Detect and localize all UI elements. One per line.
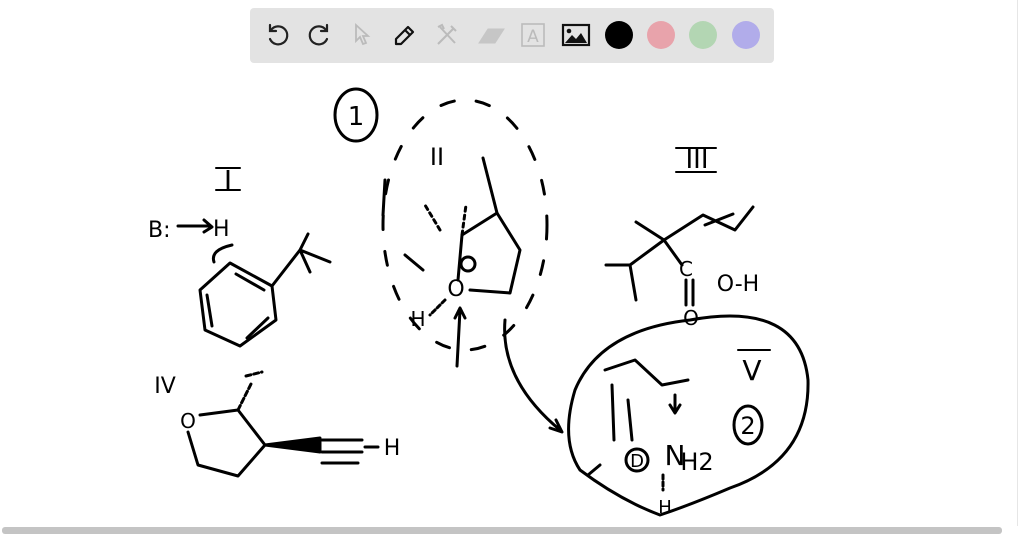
- svg-text:III: III: [685, 145, 708, 175]
- molecule-I: I B: H: [148, 164, 332, 348]
- svg-text:O: O: [180, 409, 196, 433]
- svg-text:B:: B:: [148, 218, 171, 243]
- svg-text:O: O: [447, 277, 464, 302]
- svg-text:H: H: [384, 436, 401, 461]
- svg-text:V: V: [742, 354, 761, 387]
- svg-text:O-H: O-H: [717, 272, 759, 297]
- svg-text:2: 2: [740, 412, 755, 440]
- svg-text:IV: IV: [154, 374, 176, 399]
- step-1-marker: 1: [333, 87, 379, 143]
- canvas-edge: [1017, 0, 1018, 526]
- molecule-IV: IV O H: [154, 370, 401, 478]
- svg-text:D: D: [630, 451, 644, 472]
- svg-text:H: H: [658, 497, 672, 518]
- svg-text:H: H: [410, 307, 425, 331]
- molecule-III: III C O-H O: [604, 145, 759, 330]
- dashed-circle: [381, 98, 549, 352]
- svg-text:H: H: [213, 217, 230, 242]
- svg-text:H2: H2: [680, 448, 713, 476]
- molecule-V: V 2 N H2 D H: [567, 314, 810, 518]
- svg-text:II: II: [430, 143, 444, 171]
- svg-text:C: C: [679, 257, 693, 281]
- drawing-canvas[interactable]: 1 I B: H II O H III C O-H O IV O H V 2 N…: [0, 0, 1018, 526]
- svg-text:1: 1: [348, 102, 365, 132]
- horizontal-scrollbar[interactable]: [2, 527, 1002, 534]
- molecule-II: II O H: [381, 143, 564, 434]
